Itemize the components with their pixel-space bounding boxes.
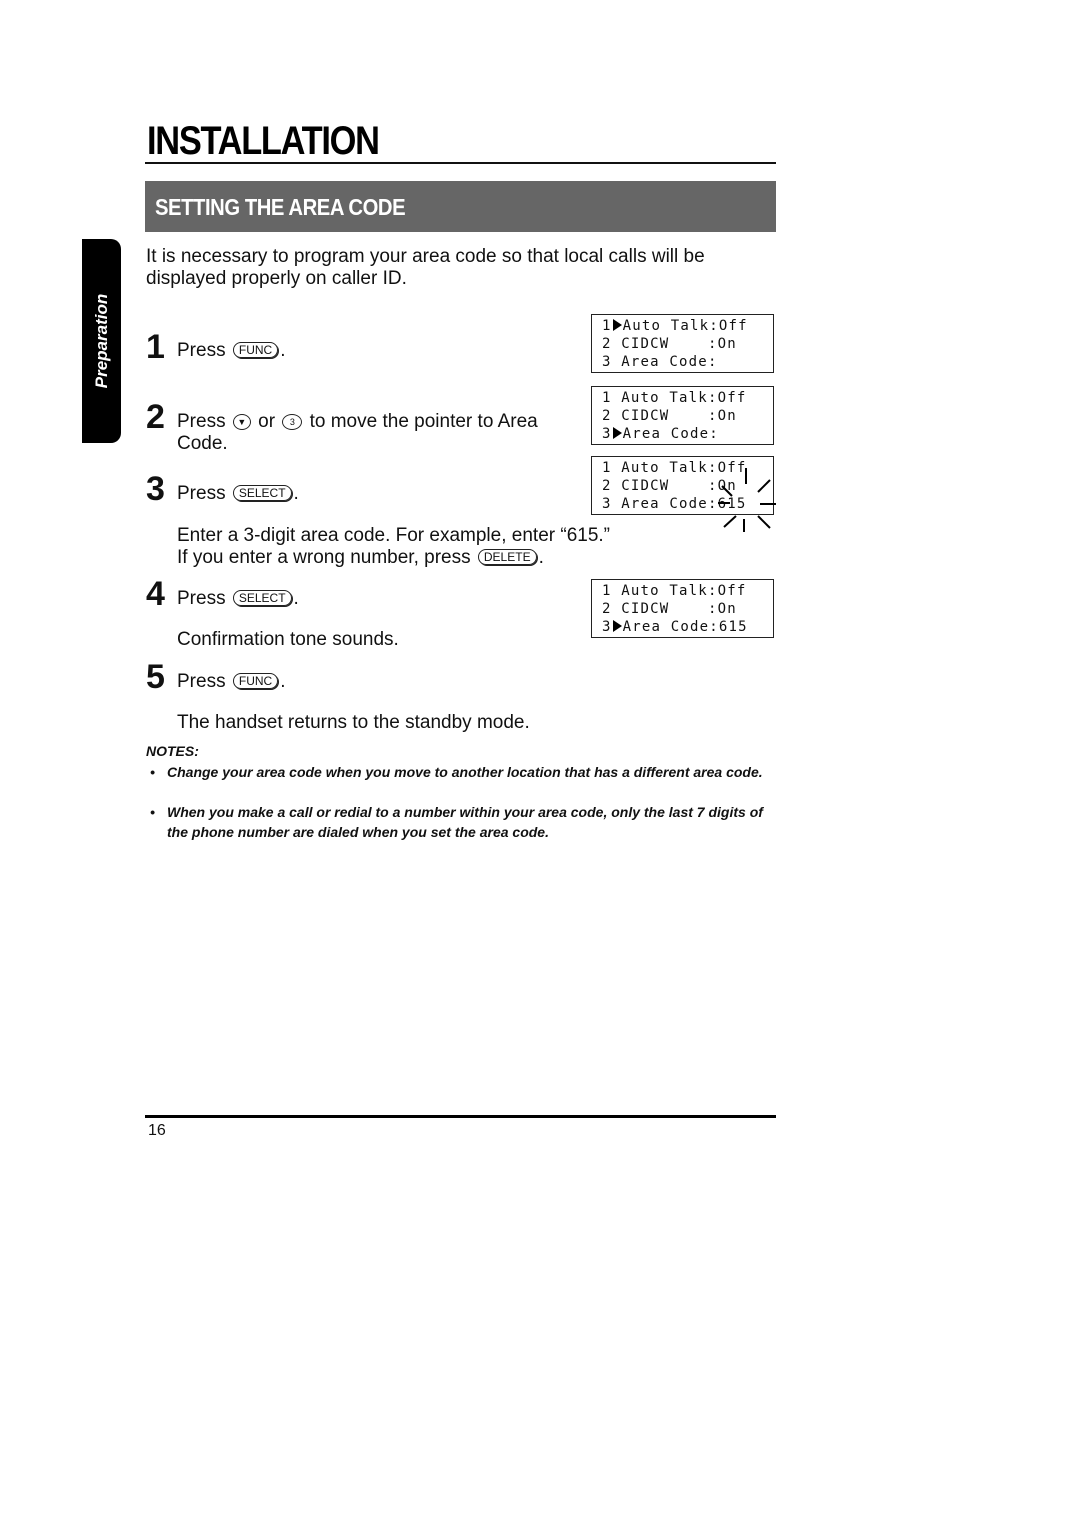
note-text: Change your area code when you move to a… <box>167 764 763 780</box>
lcd-display: 1 Auto Talk:Off 2 CIDCW :On 3 Area Code:615 <box>591 579 774 638</box>
lcd-item-number: 2 <box>602 601 612 617</box>
step-3-detail: Enter a 3-digit area code. For example, … <box>177 525 697 569</box>
side-tab-label: Preparation <box>91 293 111 389</box>
lcd-line: 2 CIDCW :On <box>602 335 773 353</box>
punct: . <box>538 547 544 568</box>
step-text: Press <box>177 671 226 692</box>
lcd-item-number: 3 <box>602 426 612 442</box>
step-number: 4 <box>146 575 165 613</box>
step-2-text: Press ▼ or 3 to move the pointer to Area… <box>177 411 587 455</box>
key-3-icon: 3 <box>282 414 303 430</box>
lcd-item-text: Area Code: <box>621 354 718 370</box>
lcd-item-number: 1 <box>602 390 612 406</box>
lcd-item-number: 1 <box>602 460 612 476</box>
lcd-item-number: 1 <box>602 318 612 334</box>
lcd-line: 1 Auto Talk:Off <box>602 389 773 407</box>
lcd-display: 1 Auto Talk:Off 2 CIDCW :On 3 Area Code: <box>591 386 774 445</box>
select-key-icon: SELECT <box>232 485 292 501</box>
step-detail: If you enter a wrong number, press <box>177 547 471 568</box>
pointer-icon <box>612 620 622 632</box>
lcd-item-number: 2 <box>602 408 612 424</box>
select-key-icon: SELECT <box>232 590 292 606</box>
step-3-text: Press SELECT. <box>177 483 299 505</box>
down-arrow-key-icon: ▼ <box>232 414 251 430</box>
lcd-display: 1 Auto Talk:Off 2 CIDCW :On 3 Area Code: <box>591 314 774 373</box>
lcd-line: 3 Area Code: <box>602 425 773 443</box>
title-divider <box>145 162 776 164</box>
func-key-icon: FUNC <box>232 342 279 358</box>
lcd-line: 3 Area Code:615 <box>602 618 773 636</box>
step-text: Press <box>177 588 226 609</box>
lcd-item-text: Auto Talk:Off <box>621 583 747 599</box>
pointer-icon <box>612 319 622 331</box>
lcd-line: 1 Auto Talk:Off <box>602 582 773 600</box>
lcd-item-number: 3 <box>602 619 612 635</box>
side-tab-preparation: Preparation <box>82 239 121 443</box>
lcd-item-text: CIDCW :On <box>621 601 737 617</box>
page-number: 16 <box>148 1122 166 1139</box>
notes-heading: NOTES: <box>146 743 199 759</box>
lcd-item-text: Auto Talk:Off <box>621 390 747 406</box>
intro-paragraph: It is necessary to program your area cod… <box>146 246 705 289</box>
step-text: Code. <box>177 433 228 454</box>
step-1-text: Press FUNC. <box>177 340 285 362</box>
punct: . <box>293 483 299 504</box>
lcd-item-text: CIDCW :On <box>621 408 737 424</box>
flashing-indicator-icon <box>718 468 776 532</box>
lcd-item-text: Area Code:615 <box>622 619 748 635</box>
footer-divider <box>145 1115 776 1118</box>
step-text: Press <box>177 483 226 504</box>
lcd-line: 1 Auto Talk:Off <box>602 317 773 335</box>
lcd-item-number: 2 <box>602 478 612 494</box>
punct: . <box>280 340 286 361</box>
or-text: or <box>258 411 276 432</box>
step-5-text: Press FUNC. <box>177 671 285 693</box>
punct: . <box>280 671 286 692</box>
step-number: 2 <box>146 398 165 436</box>
pointer-icon <box>612 427 622 439</box>
func-key-icon: FUNC <box>232 673 279 689</box>
step-number: 3 <box>146 470 165 508</box>
punct: . <box>293 588 299 609</box>
step-detail: Enter a 3-digit area code. For example, … <box>177 525 611 546</box>
lcd-item-number: 3 <box>602 496 612 512</box>
step-text: Press <box>177 340 226 361</box>
lcd-item-text: CIDCW :On <box>621 336 737 352</box>
lcd-item-text: Area Code: <box>622 426 719 442</box>
step-4-text: Press SELECT. <box>177 588 299 610</box>
delete-key-icon: DELETE <box>477 549 537 565</box>
bullet: • <box>150 804 155 820</box>
page-title: INSTALLATION <box>147 119 380 163</box>
note-text: When you make a call or redial to a numb… <box>167 804 763 840</box>
lcd-item-number: 2 <box>602 336 612 352</box>
lcd-item-number: 3 <box>602 354 612 370</box>
bullet: • <box>150 764 155 780</box>
step-text: Press <box>177 411 226 432</box>
step-5-detail: The handset returns to the standby mode. <box>177 712 530 733</box>
lcd-item-text: Auto Talk:Off <box>622 318 748 334</box>
lcd-line: 2 CIDCW :On <box>602 407 773 425</box>
step-4-detail: Confirmation tone sounds. <box>177 629 399 650</box>
step-text: to move the pointer to Area <box>309 411 538 432</box>
note-item: • When you make a call or redial to a nu… <box>150 802 770 842</box>
step-number: 1 <box>146 328 165 366</box>
lcd-item-number: 1 <box>602 583 612 599</box>
lcd-line: 3 Area Code: <box>602 353 773 371</box>
lcd-line: 2 CIDCW :On <box>602 600 773 618</box>
step-number: 5 <box>146 658 165 696</box>
section-title: SETTING THE AREA CODE <box>155 194 406 220</box>
note-item: • Change your area code when you move to… <box>150 762 770 802</box>
